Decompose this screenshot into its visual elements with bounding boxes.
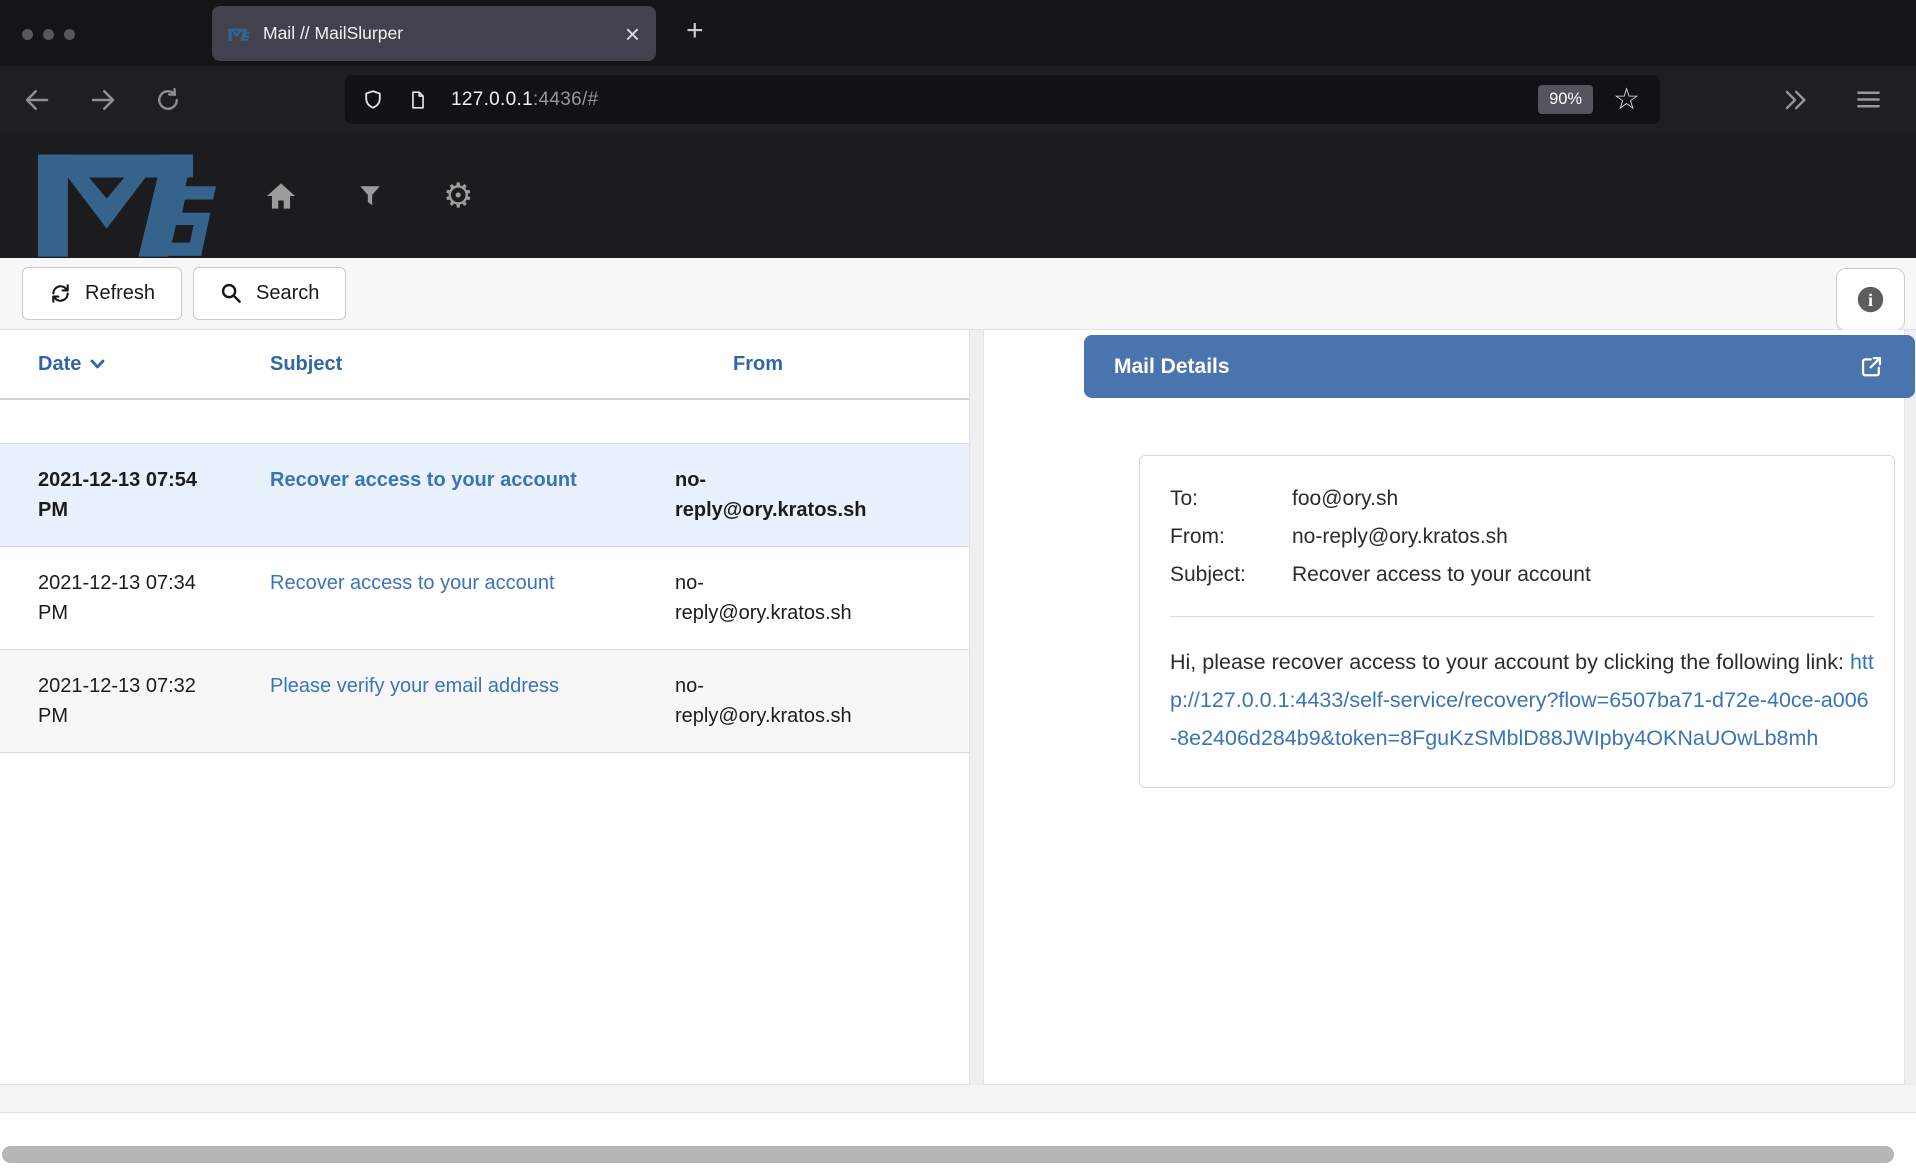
svg-text:i: i (1868, 290, 1873, 310)
bottom-strip (0, 1085, 1916, 1113)
tab-strip: Mail // MailSlurper × + (0, 0, 1916, 66)
panel-gutter (970, 330, 983, 1085)
mail-details-panel: Mail Details To:foo@ory.sh From:no-reply… (983, 330, 1905, 1085)
mail-details-header: Mail Details (1084, 335, 1915, 398)
mail-row[interactable]: 2021-12-13 07:34 PM Recover access to yo… (0, 547, 969, 650)
open-external-icon[interactable] (1858, 353, 1885, 380)
page-icon[interactable] (407, 88, 429, 112)
mail-list-header: Date Subject From (0, 330, 969, 400)
refresh-icon (49, 282, 72, 305)
zoom-level-badge[interactable]: 90% (1538, 85, 1593, 114)
page-bottom (0, 1113, 1916, 1170)
mail-details-title: Mail Details (1114, 355, 1858, 379)
reload-icon[interactable] (154, 86, 182, 114)
mail-date: 2021-12-13 07:32 PM (38, 671, 270, 731)
from-label: From: (1170, 518, 1292, 556)
mail-from: no-reply@ory.kratos.sh (675, 465, 875, 525)
app-navbar: ⚙ (0, 133, 1916, 258)
info-button[interactable]: i (1836, 268, 1905, 331)
mailslurper-logo[interactable] (38, 141, 223, 258)
filter-icon[interactable] (357, 183, 383, 209)
mail-row[interactable]: 2021-12-13 07:54 PM Recover access to yo… (0, 443, 969, 547)
to-value: foo@ory.sh (1292, 480, 1874, 518)
mail-subject-link[interactable]: Please verify your email address (270, 675, 559, 697)
to-label: To: (1170, 480, 1292, 518)
mail-body-text: Hi, please recover access to your accoun… (1170, 650, 1850, 674)
app-toolbar: Refresh Search i (0, 258, 1916, 330)
search-label: Search (256, 282, 319, 305)
shield-icon[interactable] (361, 88, 385, 112)
browser-navbar: 127.0.0.1:4436/# 90% ☆ (0, 66, 1916, 133)
mail-subject-link[interactable]: Recover access to your account (270, 572, 555, 594)
bookmark-star-icon[interactable]: ☆ (1613, 85, 1640, 115)
tab-title: Mail // MailSlurper (263, 23, 617, 44)
mail-list-panel: Date Subject From 2021-12-13 07:54 PM Re… (0, 330, 970, 1085)
column-header-from[interactable]: From (675, 353, 875, 376)
mail-subject-link[interactable]: Recover access to your account (270, 469, 577, 491)
column-header-date[interactable]: Date (38, 353, 270, 376)
tab-close-icon[interactable]: × (625, 21, 640, 47)
browser-tab[interactable]: Mail // MailSlurper × (212, 6, 656, 61)
search-button[interactable]: Search (193, 267, 346, 320)
main-content: Date Subject From 2021-12-13 07:54 PM Re… (0, 330, 1916, 1085)
card-divider (1170, 616, 1874, 617)
menu-hamburger-icon[interactable] (1855, 86, 1882, 113)
mail-body: Hi, please recover access to your accoun… (1170, 643, 1874, 757)
refresh-label: Refresh (85, 282, 155, 305)
sort-chevron-down-icon (90, 359, 105, 369)
horizontal-scrollbar-thumb[interactable] (2, 1146, 1894, 1163)
url-bar[interactable]: 127.0.0.1:4436/# 90% ☆ (345, 75, 1660, 124)
search-icon (220, 282, 243, 305)
mail-from: no-reply@ory.kratos.sh (675, 671, 875, 731)
mail-details-card: To:foo@ory.sh From:no-reply@ory.kratos.s… (1139, 455, 1895, 788)
mail-from: no-reply@ory.kratos.sh (675, 568, 875, 628)
browser-window: Mail // MailSlurper × + 127.0.0.1:4436/#… (0, 0, 1916, 1170)
back-icon[interactable] (22, 85, 52, 115)
refresh-button[interactable]: Refresh (22, 267, 182, 320)
home-icon[interactable] (265, 180, 297, 212)
gear-icon[interactable]: ⚙ (443, 179, 473, 213)
url-text: 127.0.0.1:4436/# (451, 89, 1538, 111)
overflow-chevrons-icon[interactable] (1781, 86, 1809, 114)
mail-date: 2021-12-13 07:54 PM (38, 465, 270, 525)
new-tab-button[interactable]: + (686, 14, 704, 48)
subject-label: Subject: (1170, 556, 1292, 594)
mail-row[interactable]: 2021-12-13 07:32 PM Please verify your e… (0, 650, 969, 753)
column-header-subject[interactable]: Subject (270, 353, 675, 376)
subject-value: Recover access to your account (1292, 556, 1874, 594)
forward-icon[interactable] (88, 85, 118, 115)
mail-date: 2021-12-13 07:34 PM (38, 568, 270, 628)
from-value: no-reply@ory.kratos.sh (1292, 518, 1874, 556)
list-spacer (0, 400, 969, 443)
window-controls[interactable] (22, 29, 75, 40)
mailslurper-favicon (228, 27, 251, 41)
info-icon: i (1856, 285, 1885, 314)
